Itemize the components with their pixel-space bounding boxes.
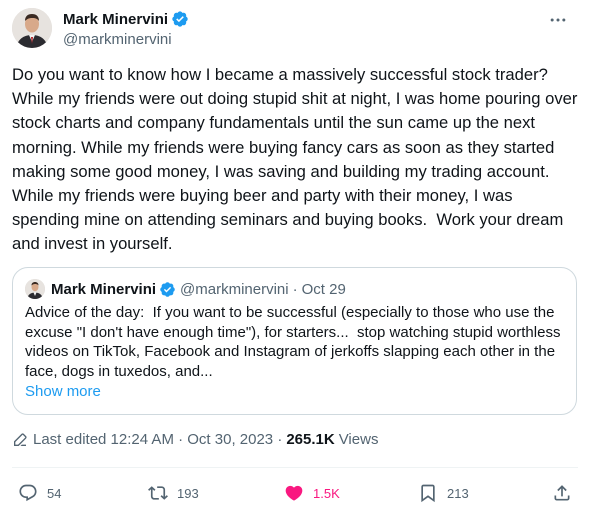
quoted-tweet-header: Mark Minervini @markminervini · Oct 29: [25, 279, 346, 299]
views-label: Views: [338, 431, 379, 448]
edited-timestamp[interactable]: Last edited 12:24 AM · Oct 30, 2023 ·: [33, 431, 282, 448]
retweet-count: 193: [177, 485, 199, 501]
quoted-author-avatar: [25, 279, 45, 299]
quoted-date: Oct 29: [301, 280, 346, 298]
heart-filled-icon: [285, 485, 303, 501]
reply-icon: [19, 484, 37, 502]
avatar-portrait-icon: [12, 8, 52, 48]
verified-badge-icon[interactable]: [171, 10, 189, 28]
more-dots-icon: [550, 18, 566, 22]
author-handle[interactable]: @markminervini: [63, 31, 172, 48]
avatar-portrait-icon: [25, 279, 45, 299]
tweet-header: Mark Minervini @markminervini: [12, 6, 580, 54]
quoted-tweet-card[interactable]: Mark Minervini @markminervini · Oct 29 A…: [12, 267, 577, 415]
like-count: 1.5K: [313, 485, 340, 501]
retweet-button[interactable]: 193: [148, 478, 199, 508]
divider: [12, 467, 578, 468]
reply-button[interactable]: 54: [18, 478, 61, 508]
verified-badge-icon: [160, 281, 175, 297]
bookmark-count: 213: [447, 485, 469, 501]
edit-history-row: Last edited 12:24 AM · Oct 30, 2023 · 26…: [12, 431, 378, 448]
quoted-author-name: Mark Minervini: [51, 280, 157, 298]
quoted-author-handle: @markminervini: [180, 280, 289, 298]
pencil-icon[interactable]: [12, 432, 28, 448]
retweet-icon: [148, 486, 168, 500]
show-more-link[interactable]: Show more: [25, 383, 101, 400]
author-name-row: Mark Minervini: [63, 10, 189, 28]
share-button[interactable]: [552, 478, 572, 508]
reply-count: 54: [47, 485, 62, 501]
bookmark-button[interactable]: 213: [418, 478, 469, 508]
meta-separator: ·: [292, 280, 298, 298]
like-button[interactable]: 1.5K: [284, 478, 340, 508]
author-name[interactable]: Mark Minervini: [63, 11, 168, 28]
share-icon: [554, 485, 570, 501]
quoted-tweet-text: Advice of the day: If you want to be suc…: [25, 304, 565, 380]
views-count: 265.1K: [286, 431, 335, 448]
bookmark-icon: [421, 484, 435, 503]
more-options-button[interactable]: [546, 8, 570, 32]
author-avatar[interactable]: [12, 8, 52, 48]
action-bar: 54 193 1.5K 213: [0, 478, 590, 508]
tweet-text: Do you want to know how I became a massi…: [12, 65, 583, 254]
